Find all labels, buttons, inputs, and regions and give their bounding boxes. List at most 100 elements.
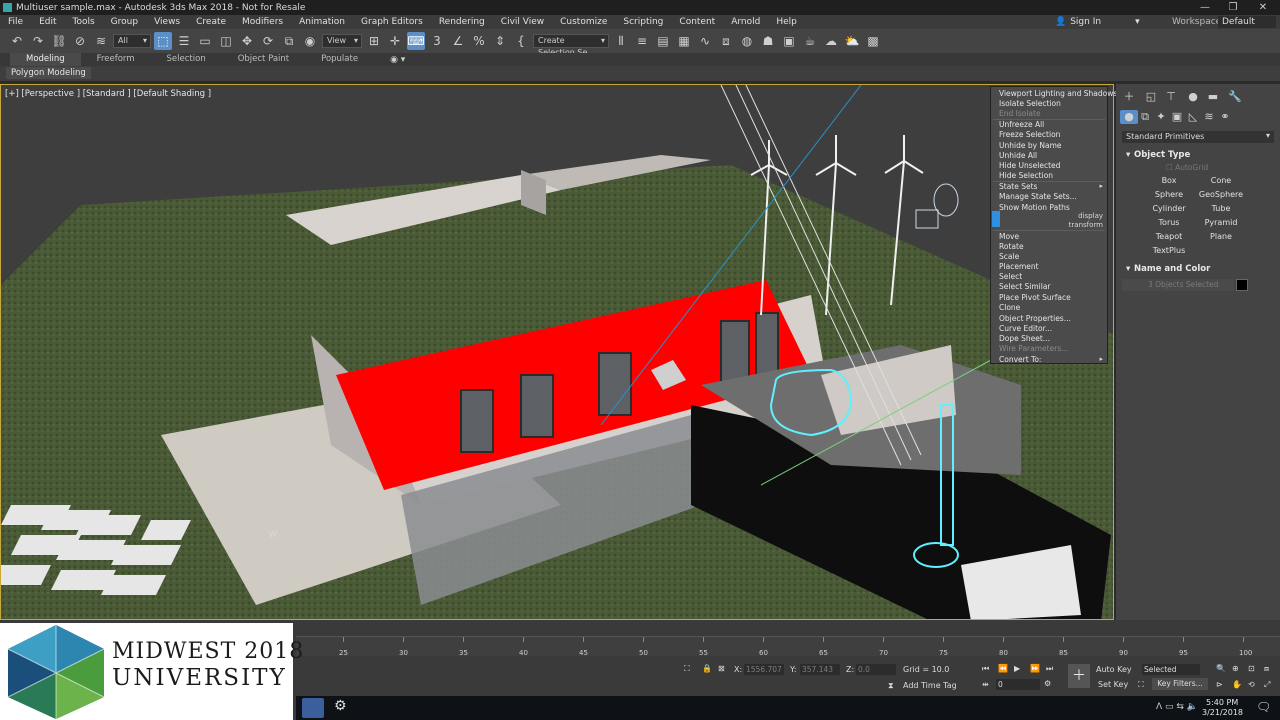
scale-icon[interactable]: ⧉ [280,32,298,50]
tab-modeling[interactable]: Modeling [10,53,81,66]
set-key-big-button[interactable]: ＋ [1068,664,1090,688]
quad-item-select-similar[interactable]: Select Similar [999,282,1051,291]
select-object-icon[interactable]: ⬚ [154,32,172,50]
move-icon[interactable]: ✥ [238,32,256,50]
menu-tools[interactable]: Tools [65,17,103,27]
auto-key-button[interactable]: Auto Key [1096,665,1132,674]
goto-start-icon[interactable]: ⏮ [982,664,989,674]
place-icon[interactable]: ◉ [301,32,319,50]
workspaces-select[interactable]: Default [1218,16,1276,28]
menu-modifiers[interactable]: Modifiers [234,17,291,27]
zoom-icon[interactable]: 🔍 [1216,664,1226,673]
render-in-cloud-icon[interactable]: ⛅ [843,32,861,50]
sphere-button[interactable]: Sphere [1146,189,1192,200]
utilities-tab-icon[interactable]: 🔧 [1226,90,1244,104]
menu-create[interactable]: Create [188,17,234,27]
hierarchy-tab-icon[interactable]: ⊤ [1162,90,1180,104]
gear-icon[interactable]: ⚙ [334,698,347,714]
textplus-button[interactable]: TextPlus [1146,245,1192,256]
menu-content[interactable]: Content [671,17,723,27]
menu-help[interactable]: Help [768,17,805,27]
render-production-icon[interactable]: ☕ [801,32,819,50]
render-iterative-icon[interactable]: ☁ [822,32,840,50]
tube-button[interactable]: Tube [1198,203,1244,214]
zoom-extents-icon[interactable]: ⊡ [1248,664,1255,673]
current-frame-field[interactable]: 0 [996,679,1040,690]
autogrid-checkbox[interactable]: ☐ AutoGrid [1166,163,1208,172]
selection-filter-dropdown[interactable]: All [113,34,151,48]
maximize-viewport-icon[interactable]: ⤢ [1264,680,1270,690]
key-selection-dropdown[interactable]: Selected [1142,664,1200,675]
clock-date[interactable]: 3/21/2018 [1202,708,1243,717]
isolate-toggle-icon[interactable]: ⛶ [684,664,690,674]
y-coordinate-field[interactable]: 357.143 [800,664,840,675]
menu-customize[interactable]: Customize [552,17,615,27]
object-name-field[interactable]: 3 Objects Selected [1122,279,1234,291]
render-setup-icon[interactable]: ☗ [759,32,777,50]
menu-graph-editors[interactable]: Graph Editors [353,17,431,27]
z-coordinate-field[interactable]: 0.0 [856,664,896,675]
name-color-rollout-title[interactable]: Name and Color [1134,264,1210,274]
menu-file[interactable]: File [0,17,31,27]
key-filters-button[interactable]: Key Filters... [1152,678,1208,690]
quad-item-select[interactable]: Select [999,272,1022,281]
quad-item-unhide-all[interactable]: Unhide All [999,151,1037,160]
geosphere-button[interactable]: GeoSphere [1198,189,1244,200]
systems-icon[interactable]: ⚭ [1216,110,1234,124]
add-time-tag-button[interactable]: Add Time Tag [903,681,957,690]
tab-populate[interactable]: Populate [305,53,374,66]
angle-snap-icon[interactable]: ∠ [449,32,467,50]
object-type-rollout-title[interactable]: Object Type [1134,150,1190,160]
cylinder-button[interactable]: Cylinder [1146,203,1192,214]
maximize-button[interactable]: ❐ [1220,0,1246,15]
link-icon[interactable]: ⛓ [50,32,68,50]
name-color-rollout-toggle[interactable]: ▾ [1126,264,1130,274]
quad-item-placement[interactable]: Placement [999,262,1039,271]
quad-item-unhide-by-name[interactable]: Unhide by Name [999,141,1062,150]
material-editor-icon[interactable]: ◍ [738,32,756,50]
orbit-icon[interactable]: ⟲ [1248,680,1255,689]
select-manipulate-icon[interactable]: ✛ [386,32,404,50]
teapot-button[interactable]: Teapot [1146,231,1192,242]
pan-icon[interactable]: ✋ [1232,680,1242,689]
perspective-viewport[interactable]: W [+] [Perspective ] [Standard ] [Defaul… [0,84,1114,620]
quad-item-place-pivot-surface[interactable]: Place Pivot Surface [999,293,1071,302]
quad-item-unfreeze-all[interactable]: Unfreeze All [999,120,1044,129]
quad-item-curve-editor[interactable]: Curve Editor... [999,324,1052,333]
zoom-extents-all-icon[interactable]: ⧈ [1264,664,1269,674]
quad-item-scale[interactable]: Scale [999,252,1019,261]
time-configuration-icon[interactable]: ⚙ [1044,679,1051,688]
snaps-toggle-icon[interactable]: 3 [428,32,446,50]
named-selection-sets-dropdown[interactable]: Create Selection Se [533,34,609,57]
goto-end-icon[interactable]: ⏭ [1046,664,1053,674]
menu-group[interactable]: Group [103,17,146,27]
curve-editor-icon[interactable]: ∿ [696,32,714,50]
clock-time[interactable]: 5:40 PM [1206,698,1238,707]
x-coordinate-field[interactable]: 1556.707 [744,664,784,675]
tab-selection[interactable]: Selection [151,53,222,66]
next-frame-icon[interactable]: ⏩ [1030,664,1040,673]
ribbon-toggle-icon[interactable]: ◉ ▾ [390,55,405,65]
keyboard-shortcut-override-icon[interactable]: ⌨ [407,32,425,50]
rotate-icon[interactable]: ⟳ [259,32,277,50]
bind-space-warp-icon[interactable]: ≋ [92,32,110,50]
quad-item-state-sets[interactable]: State Sets [999,182,1037,191]
minimize-button[interactable]: — [1192,0,1218,15]
redo-icon[interactable]: ↷ [29,32,47,50]
box-button[interactable]: Box [1146,175,1192,186]
quad-item-rotate[interactable]: Rotate [999,242,1024,251]
tray-network-icon[interactable]: ᐱ ▭ ⇆ 🔈 [1156,702,1198,712]
taskbar-app-icon[interactable] [302,698,324,718]
mirror-icon[interactable]: ⫴ [612,32,630,50]
key-filter-icon[interactable]: ⛶ [1138,680,1144,690]
quad-item-clone[interactable]: Clone [999,303,1020,312]
quad-item-hide-selection[interactable]: Hide Selection [999,171,1053,180]
torus-button[interactable]: Torus [1146,217,1192,228]
key-mode-icon[interactable]: ⇹ [982,680,989,689]
quad-item-isolate-selection[interactable]: Isolate Selection [999,99,1061,108]
menu-scripting[interactable]: Scripting [615,17,671,27]
menu-edit[interactable]: Edit [31,17,64,27]
quad-item-object-properties[interactable]: Object Properties... [999,314,1071,323]
reference-coordinate-dropdown[interactable]: View [322,34,362,48]
previous-frame-icon[interactable]: ⏪ [998,664,1008,673]
